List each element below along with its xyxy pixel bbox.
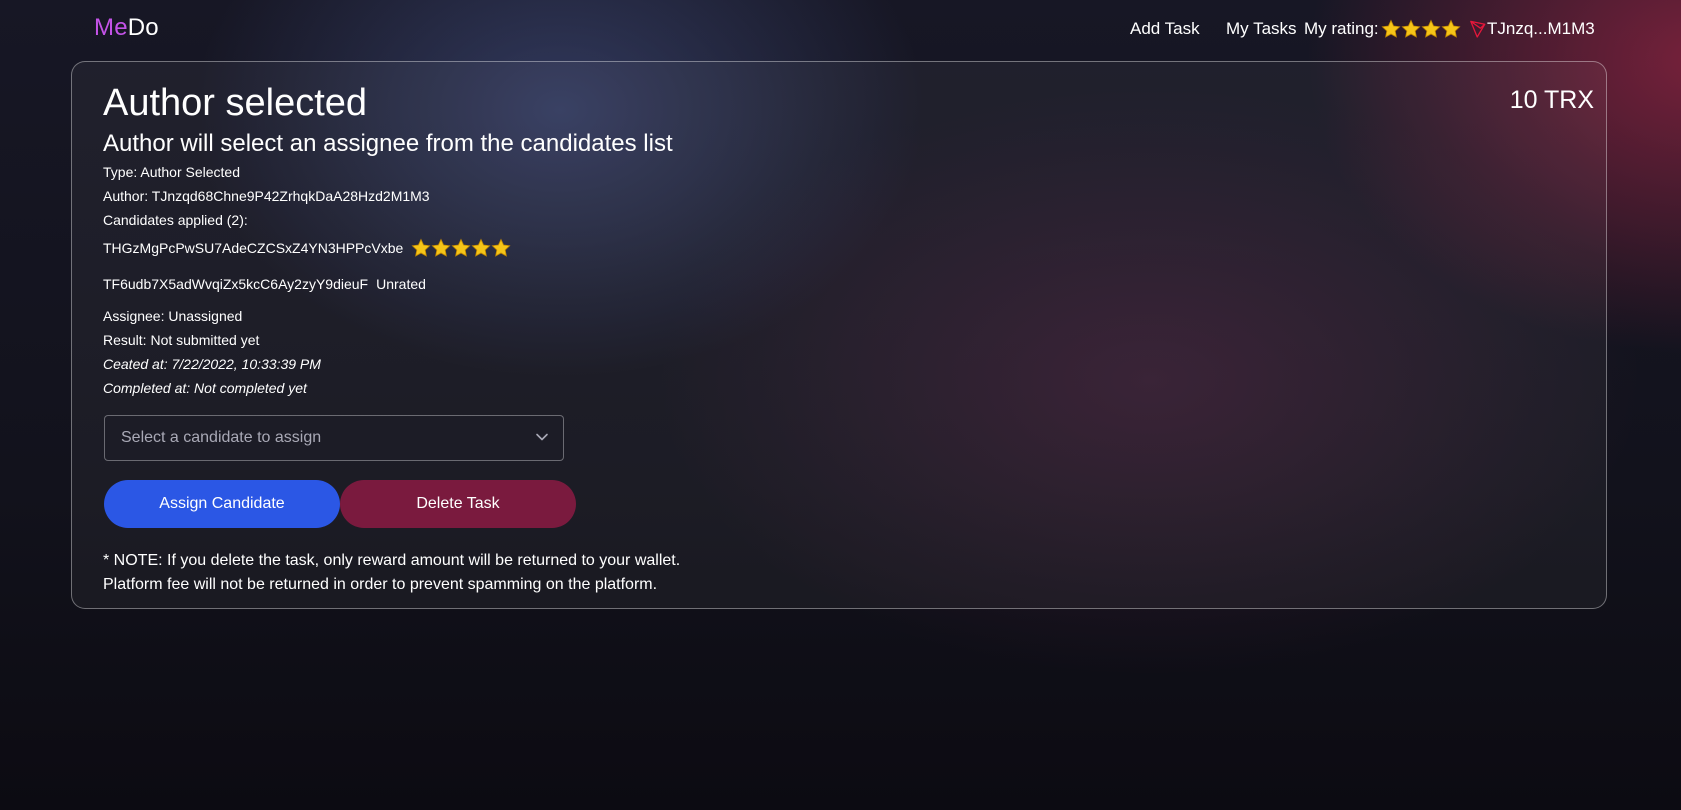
task-completed-at: Completed at: Not completed yet [103,380,307,396]
candidate-row: TF6udb7X5adWvqiZx5kcC6Ay2zyY9dieuF Unrat… [103,276,426,292]
task-author: Author: TJnzqd68Chne9P42ZrhqkDaA28Hzd2M1… [103,188,430,204]
navbar: MeDo Add Task My Tasks My rating: TJnzq.… [0,0,1681,60]
star-icon [451,238,471,257]
delete-note-line1: * NOTE: If you delete the task, only rew… [103,552,681,569]
assign-candidate-button[interactable]: Assign Candidate [104,480,340,528]
candidate-address: THGzMgPcPwSU7AdeCZCSxZ4YN3HPPcVxbe [103,240,404,256]
my-rating: My rating: [1304,19,1461,39]
star-icon [431,238,451,257]
task-card: 10 TRX Author selected Author will selec… [71,61,1607,609]
candidate-rating-status: Unrated [376,276,426,292]
candidates-heading: Candidates applied (2): [103,212,248,228]
brand-logo-me: Me [94,14,128,41]
tron-icon [1470,20,1486,38]
task-result: Result: Not submitted yet [103,332,260,348]
candidate-stars [411,238,511,258]
task-subtitle: Author will select an assignee from the … [103,130,673,157]
brand-logo-do: Do [127,14,159,41]
star-icon [411,238,431,257]
candidate-select[interactable]: Select a candidate to assign [104,415,564,461]
star-icon [1421,19,1441,38]
star-icon [1441,19,1461,38]
my-rating-label: My rating: [1304,19,1379,38]
task-reward: 10 TRX [1509,86,1594,114]
task-assignee: Assignee: Unassigned [103,308,243,324]
my-rating-stars [1381,19,1461,39]
star-icon [1401,19,1421,38]
nav-my-tasks[interactable]: My Tasks [1226,19,1297,39]
wallet-address-text: TJnzq...M1M3 [1487,19,1595,38]
star-icon [471,238,491,257]
brand-logo[interactable]: MeDo [94,14,159,42]
task-type: Type: Author Selected [103,164,240,180]
nav-add-task[interactable]: Add Task [1130,19,1200,39]
candidate-select-placeholder: Select a candidate to assign [121,429,322,446]
candidate-row: THGzMgPcPwSU7AdeCZCSxZ4YN3HPPcVxbe [103,238,511,258]
task-created-at: Ceated at: 7/22/2022, 10:33:39 PM [103,356,321,372]
star-icon [1381,19,1401,38]
wallet-address[interactable]: TJnzq...M1M3 [1470,19,1595,39]
chevron-down-icon [536,433,548,441]
delete-note-line2: Platform fee will not be returned in ord… [103,576,658,593]
candidate-address: TF6udb7X5adWvqiZx5kcC6Ay2zyY9dieuF [103,276,369,292]
star-icon [491,238,511,257]
delete-task-button[interactable]: Delete Task [340,480,576,528]
task-title: Author selected [103,82,368,124]
